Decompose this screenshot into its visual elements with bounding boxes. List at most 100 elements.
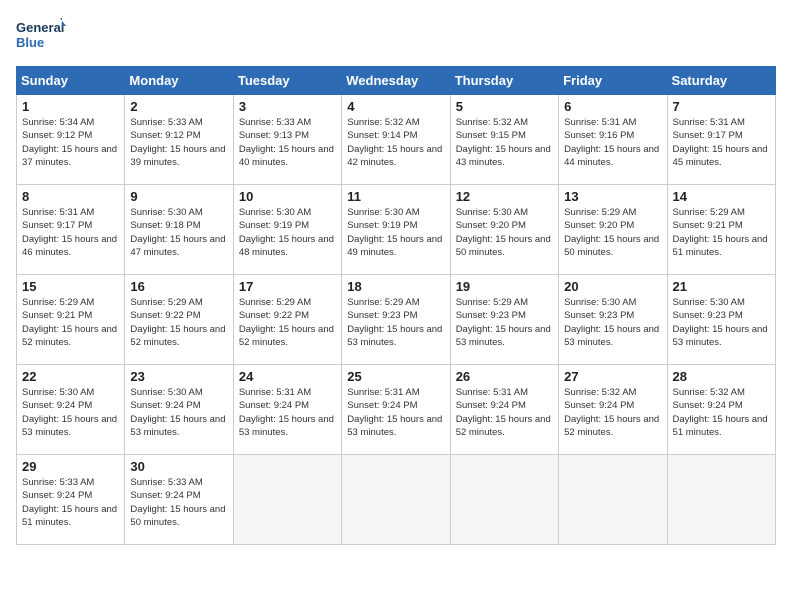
calendar-cell: 20Sunrise: 5:30 AMSunset: 9:23 PMDayligh… — [559, 275, 667, 365]
calendar-cell: 21 Sunrise: 5:30 AMSunset: 9:23 PMDayligh… — [667, 275, 775, 365]
calendar-header-sunday: Sunday — [17, 67, 125, 95]
day-number: 7 — [673, 99, 770, 114]
calendar-cell: 19 Sunrise: 5:29 AMSunset: 9:23 PMDayligh… — [450, 275, 558, 365]
calendar-cell: 4 Sunrise: 5:32 AMSunset: 9:14 PMDaylight… — [342, 95, 450, 185]
day-number: 8 — [22, 189, 119, 204]
day-number: 25 — [347, 369, 444, 384]
calendar-cell: 5Sunrise: 5:32 AMSunset: 9:15 PMDaylight… — [450, 95, 558, 185]
calendar-header-friday: Friday — [559, 67, 667, 95]
day-number: 17 — [239, 279, 336, 294]
day-info: Sunrise: 5:31 AMSunset: 9:17 PMDaylight:… — [22, 206, 119, 259]
day-number: 4 — [347, 99, 444, 114]
day-number: 22 — [22, 369, 119, 384]
day-number: 13 — [564, 189, 661, 204]
day-number: 12 — [456, 189, 553, 204]
calendar-header-monday: Monday — [125, 67, 233, 95]
day-number: 14 — [673, 189, 770, 204]
calendar-cell: 17 Sunrise: 5:29 AMSunset: 9:22 PMDayligh… — [233, 275, 341, 365]
calendar-cell: 29 Sunrise: 5:33 AMSunset: 9:24 PMDayligh… — [17, 455, 125, 545]
day-number: 21 — [673, 279, 770, 294]
day-info: Sunrise: 5:30 AMSunset: 9:18 PMDaylight:… — [130, 206, 227, 259]
day-number: 11 — [347, 189, 444, 204]
calendar-cell: 22 Sunrise: 5:30 AMSunset: 9:24 PMDayligh… — [17, 365, 125, 455]
calendar-cell — [342, 455, 450, 545]
day-number: 16 — [130, 279, 227, 294]
calendar-cell — [450, 455, 558, 545]
svg-text:Blue: Blue — [16, 35, 44, 50]
day-info: Sunrise: 5:32 AMSunset: 9:14 PMDaylight:… — [347, 116, 444, 169]
calendar-cell — [667, 455, 775, 545]
calendar-cell: 15 Sunrise: 5:29 AMSunset: 9:21 PMDayligh… — [17, 275, 125, 365]
calendar-cell: 1Sunrise: 5:34 AMSunset: 9:12 PMDaylight… — [17, 95, 125, 185]
day-number: 3 — [239, 99, 336, 114]
day-number: 15 — [22, 279, 119, 294]
day-info: Sunrise: 5:30 AMSunset: 9:23 PMDaylight:… — [673, 296, 770, 349]
day-info: Sunrise: 5:30 AMSunset: 9:24 PMDaylight:… — [130, 386, 227, 439]
day-number: 5 — [456, 99, 553, 114]
calendar-cell: 27 Sunrise: 5:32 AMSunset: 9:24 PMDayligh… — [559, 365, 667, 455]
day-info: Sunrise: 5:34 AMSunset: 9:12 PMDaylight:… — [22, 116, 119, 169]
calendar-cell: 28Sunrise: 5:32 AMSunset: 9:24 PMDayligh… — [667, 365, 775, 455]
week-row-2: 8 Sunrise: 5:31 AMSunset: 9:17 PMDaylight… — [17, 185, 776, 275]
day-info: Sunrise: 5:30 AMSunset: 9:19 PMDaylight:… — [239, 206, 336, 259]
day-info: Sunrise: 5:32 AMSunset: 9:24 PMDaylight:… — [564, 386, 661, 439]
header: General Blue — [16, 16, 776, 56]
calendar-header-tuesday: Tuesday — [233, 67, 341, 95]
logo-svg: General Blue — [16, 16, 66, 56]
day-number: 29 — [22, 459, 119, 474]
day-info: Sunrise: 5:29 AMSunset: 9:20 PMDaylight:… — [564, 206, 661, 259]
calendar-cell: 13 Sunrise: 5:29 AMSunset: 9:20 PMDayligh… — [559, 185, 667, 275]
day-info: Sunrise: 5:30 AMSunset: 9:23 PMDaylight:… — [564, 296, 661, 349]
day-info: Sunrise: 5:30 AMSunset: 9:20 PMDaylight:… — [456, 206, 553, 259]
day-info: Sunrise: 5:31 AMSunset: 9:16 PMDaylight:… — [564, 116, 661, 169]
calendar-cell: 30 Sunrise: 5:33 AMSunset: 9:24 PMDayligh… — [125, 455, 233, 545]
calendar-cell: 3 Sunrise: 5:33 AMSunset: 9:13 PMDaylight… — [233, 95, 341, 185]
day-info: Sunrise: 5:31 AMSunset: 9:24 PMDaylight:… — [347, 386, 444, 439]
calendar-cell: 2 Sunrise: 5:33 AMSunset: 9:12 PMDaylight… — [125, 95, 233, 185]
calendar-cell: 9 Sunrise: 5:30 AMSunset: 9:18 PMDaylight… — [125, 185, 233, 275]
calendar-cell — [559, 455, 667, 545]
calendar-cell: 16Sunrise: 5:29 AMSunset: 9:22 PMDayligh… — [125, 275, 233, 365]
day-info: Sunrise: 5:33 AMSunset: 9:24 PMDaylight:… — [22, 476, 119, 529]
week-row-4: 22 Sunrise: 5:30 AMSunset: 9:24 PMDayligh… — [17, 365, 776, 455]
calendar-header-row: SundayMondayTuesdayWednesdayThursdayFrid… — [17, 67, 776, 95]
calendar-cell: 8 Sunrise: 5:31 AMSunset: 9:17 PMDaylight… — [17, 185, 125, 275]
day-info: Sunrise: 5:33 AMSunset: 9:12 PMDaylight:… — [130, 116, 227, 169]
day-info: Sunrise: 5:33 AMSunset: 9:24 PMDaylight:… — [130, 476, 227, 529]
day-number: 27 — [564, 369, 661, 384]
day-info: Sunrise: 5:29 AMSunset: 9:23 PMDaylight:… — [456, 296, 553, 349]
day-info: Sunrise: 5:29 AMSunset: 9:22 PMDaylight:… — [239, 296, 336, 349]
day-number: 9 — [130, 189, 227, 204]
calendar-table: SundayMondayTuesdayWednesdayThursdayFrid… — [16, 66, 776, 545]
day-number: 26 — [456, 369, 553, 384]
day-info: Sunrise: 5:30 AMSunset: 9:24 PMDaylight:… — [22, 386, 119, 439]
calendar-header-thursday: Thursday — [450, 67, 558, 95]
day-number: 30 — [130, 459, 227, 474]
calendar-cell: 12 Sunrise: 5:30 AMSunset: 9:20 PMDayligh… — [450, 185, 558, 275]
calendar-cell — [233, 455, 341, 545]
day-info: Sunrise: 5:29 AMSunset: 9:21 PMDaylight:… — [22, 296, 119, 349]
calendar-cell: 18Sunrise: 5:29 AMSunset: 9:23 PMDayligh… — [342, 275, 450, 365]
calendar-cell: 11Sunrise: 5:30 AMSunset: 9:19 PMDayligh… — [342, 185, 450, 275]
day-info: Sunrise: 5:33 AMSunset: 9:13 PMDaylight:… — [239, 116, 336, 169]
calendar-cell: 23 Sunrise: 5:30 AMSunset: 9:24 PMDayligh… — [125, 365, 233, 455]
day-number: 10 — [239, 189, 336, 204]
calendar-header-saturday: Saturday — [667, 67, 775, 95]
day-number: 19 — [456, 279, 553, 294]
day-number: 23 — [130, 369, 227, 384]
day-number: 6 — [564, 99, 661, 114]
calendar-cell: 14Sunrise: 5:29 AMSunset: 9:21 PMDayligh… — [667, 185, 775, 275]
calendar-cell: 7Sunrise: 5:31 AMSunset: 9:17 PMDaylight… — [667, 95, 775, 185]
calendar-cell: 10 Sunrise: 5:30 AMSunset: 9:19 PMDayligh… — [233, 185, 341, 275]
calendar-cell: 26 Sunrise: 5:31 AMSunset: 9:24 PMDayligh… — [450, 365, 558, 455]
day-info: Sunrise: 5:31 AMSunset: 9:24 PMDaylight:… — [456, 386, 553, 439]
day-number: 2 — [130, 99, 227, 114]
calendar-header-wednesday: Wednesday — [342, 67, 450, 95]
day-info: Sunrise: 5:32 AMSunset: 9:24 PMDaylight:… — [673, 386, 770, 439]
calendar-cell: 24Sunrise: 5:31 AMSunset: 9:24 PMDayligh… — [233, 365, 341, 455]
day-number: 18 — [347, 279, 444, 294]
logo: General Blue — [16, 16, 66, 56]
week-row-1: 1Sunrise: 5:34 AMSunset: 9:12 PMDaylight… — [17, 95, 776, 185]
day-info: Sunrise: 5:31 AMSunset: 9:24 PMDaylight:… — [239, 386, 336, 439]
calendar-cell: 25 Sunrise: 5:31 AMSunset: 9:24 PMDayligh… — [342, 365, 450, 455]
